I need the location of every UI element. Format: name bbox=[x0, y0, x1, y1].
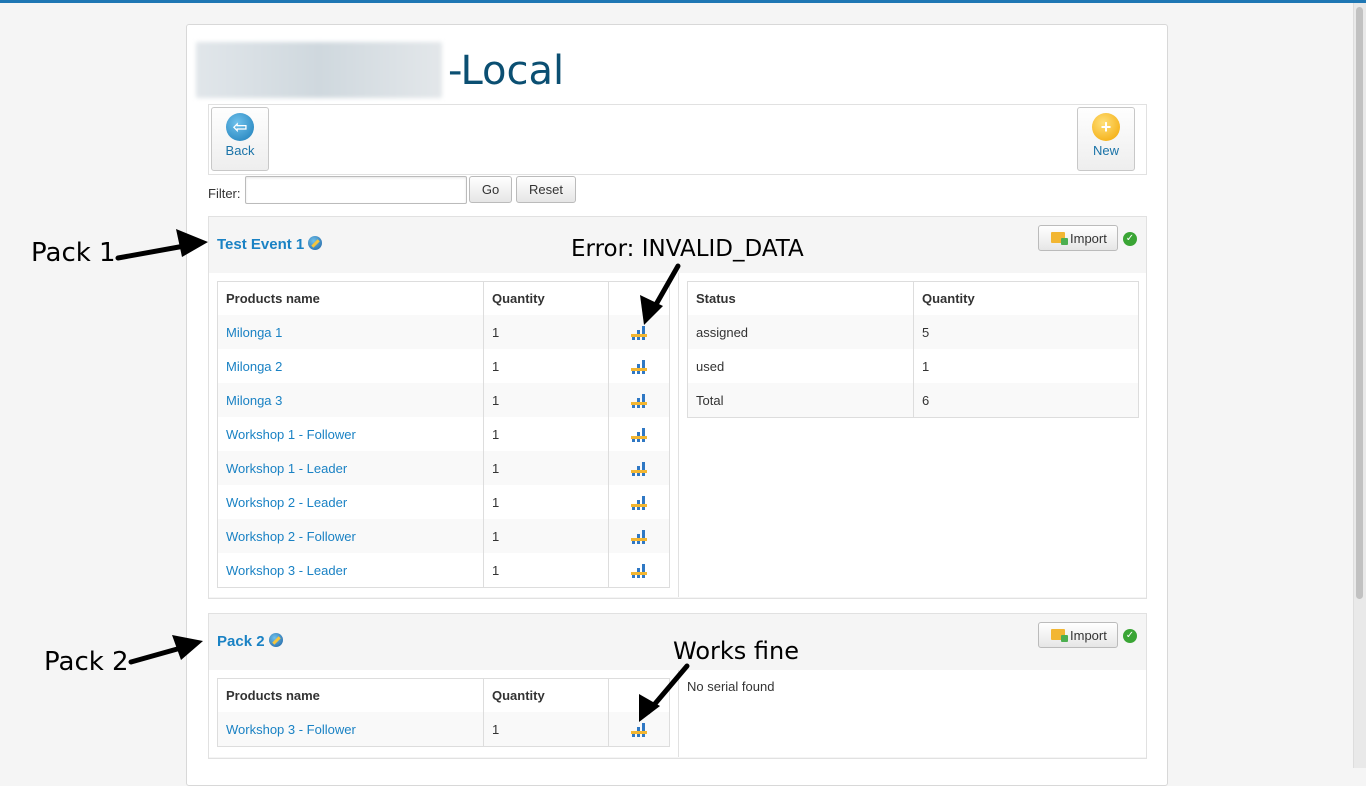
import-folder-icon bbox=[1051, 629, 1068, 642]
product-qty: 1 bbox=[483, 485, 609, 519]
status-qty: 1 bbox=[913, 349, 1139, 383]
pack-panel-1: Test Event 1 Import ✓ Products name Quan… bbox=[208, 216, 1147, 599]
annotation-pack2: Pack 2 bbox=[44, 647, 129, 677]
product-link[interactable]: Workshop 1 - Leader bbox=[226, 461, 347, 476]
stats-chart-icon[interactable] bbox=[631, 461, 647, 476]
import-folder-icon bbox=[1051, 232, 1068, 245]
arrow-pack1-line bbox=[115, 242, 193, 261]
stats-chart-icon[interactable] bbox=[631, 563, 647, 578]
col-header-quantity: Quantity bbox=[483, 678, 609, 712]
product-link[interactable]: Workshop 3 - Follower bbox=[226, 722, 356, 737]
import-button[interactable]: Import bbox=[1038, 622, 1118, 648]
pack-title-link[interactable]: Test Event 1 bbox=[217, 236, 323, 253]
product-qty: 1 bbox=[483, 417, 609, 451]
new-label: New bbox=[1092, 143, 1119, 158]
back-label: Back bbox=[225, 143, 255, 158]
product-qty: 1 bbox=[483, 383, 609, 417]
product-qty: 1 bbox=[483, 315, 609, 349]
no-serial-text: No serial found bbox=[687, 679, 775, 694]
col-header-products: Products name bbox=[226, 688, 320, 703]
product-link[interactable]: Milonga 2 bbox=[226, 359, 282, 374]
reset-button[interactable]: Reset bbox=[516, 176, 576, 203]
check-ok-icon: ✓ bbox=[1123, 232, 1137, 246]
status-name: Total bbox=[687, 383, 914, 418]
table-row: used 1 bbox=[687, 349, 1139, 383]
table-row: Workshop 2 - Leader 1 bbox=[217, 485, 670, 519]
col-header-products: Products name bbox=[226, 291, 320, 306]
col-header-actions bbox=[608, 678, 670, 712]
pack-panel-2: Pack 2 Import ✓ Products name Quantity W… bbox=[208, 613, 1147, 759]
product-link[interactable]: Workshop 2 - Follower bbox=[226, 529, 356, 544]
stats-chart-icon[interactable] bbox=[631, 359, 647, 374]
annotation-pack1: Pack 1 bbox=[31, 238, 116, 268]
product-link[interactable]: Milonga 3 bbox=[226, 393, 282, 408]
product-qty: 1 bbox=[483, 712, 609, 747]
product-link[interactable]: Workshop 1 - Follower bbox=[226, 427, 356, 442]
plus-icon: + bbox=[1092, 113, 1120, 141]
table-row: Workshop 2 - Follower 1 bbox=[217, 519, 670, 553]
annotation-error: Error: INVALID_DATA bbox=[571, 236, 804, 262]
stats-chart-icon[interactable] bbox=[631, 495, 647, 510]
status-name: assigned bbox=[687, 315, 914, 349]
product-link[interactable]: Milonga 1 bbox=[226, 325, 282, 340]
page-scrollbar[interactable] bbox=[1353, 3, 1366, 768]
col-header-quantity: Quantity bbox=[483, 281, 609, 315]
product-qty: 1 bbox=[483, 451, 609, 485]
blurred-title-region bbox=[196, 42, 442, 98]
new-button[interactable]: + New bbox=[1077, 107, 1135, 171]
products-table: Products name Quantity Workshop 3 - Foll… bbox=[217, 678, 670, 747]
stats-chart-icon[interactable] bbox=[631, 393, 647, 408]
pack-title-link[interactable]: Pack 2 bbox=[217, 633, 283, 650]
edit-pencil-icon[interactable] bbox=[308, 236, 323, 250]
stats-chart-icon[interactable] bbox=[631, 722, 647, 737]
check-ok-icon: ✓ bbox=[1123, 629, 1137, 643]
table-row: Milonga 2 1 bbox=[217, 349, 670, 383]
product-qty: 1 bbox=[483, 553, 609, 588]
pack-body: Products name Quantity Workshop 3 - Foll… bbox=[209, 670, 1146, 757]
product-link[interactable]: Workshop 3 - Leader bbox=[226, 563, 347, 578]
col-header-actions bbox=[608, 281, 670, 315]
top-accent-bar bbox=[0, 0, 1366, 3]
product-qty: 1 bbox=[483, 519, 609, 553]
table-row: Milonga 1 1 bbox=[217, 315, 670, 349]
stats-chart-icon[interactable] bbox=[631, 529, 647, 544]
filter-label: Filter: bbox=[208, 186, 241, 201]
product-qty: 1 bbox=[483, 349, 609, 383]
status-qty: 6 bbox=[913, 383, 1139, 418]
product-link[interactable]: Workshop 2 - Leader bbox=[226, 495, 347, 510]
import-button[interactable]: Import bbox=[1038, 225, 1118, 251]
stats-chart-icon[interactable] bbox=[631, 325, 647, 340]
main-container: -Local ⇦ Back + New Filter: Go Reset Tes… bbox=[186, 24, 1168, 786]
table-row: Workshop 1 - Follower 1 bbox=[217, 417, 670, 451]
toolbar: ⇦ Back + New bbox=[208, 104, 1147, 175]
status-name: used bbox=[687, 349, 914, 383]
page-title: -Local bbox=[448, 47, 564, 95]
col-header-quantity: Quantity bbox=[913, 281, 1139, 315]
stats-chart-icon[interactable] bbox=[631, 427, 647, 442]
arrow-pack2-line bbox=[128, 643, 191, 665]
pack-body: Products name Quantity Milonga 1 1 Milong… bbox=[209, 273, 1146, 597]
table-row: Workshop 3 - Follower 1 bbox=[217, 712, 670, 747]
status-qty: 5 bbox=[913, 315, 1139, 349]
table-row: Total 6 bbox=[687, 383, 1139, 418]
products-table: Products name Quantity Milonga 1 1 Milong… bbox=[217, 281, 670, 588]
title-text: Local bbox=[460, 48, 565, 94]
filter-input[interactable] bbox=[245, 176, 467, 204]
scrollbar-thumb[interactable] bbox=[1356, 7, 1363, 599]
table-row: Workshop 3 - Leader 1 bbox=[217, 553, 670, 588]
back-button[interactable]: ⇦ Back bbox=[211, 107, 269, 171]
table-row: assigned 5 bbox=[687, 315, 1139, 349]
status-table: Status Quantity assigned 5 used 1 Total 6 bbox=[687, 281, 1139, 418]
col-header-status: Status bbox=[696, 291, 736, 306]
table-row: Milonga 3 1 bbox=[217, 383, 670, 417]
table-row: Workshop 1 - Leader 1 bbox=[217, 451, 670, 485]
go-button[interactable]: Go bbox=[469, 176, 512, 203]
annotation-works: Works fine bbox=[673, 637, 799, 665]
back-arrow-icon: ⇦ bbox=[226, 113, 254, 141]
edit-pencil-icon[interactable] bbox=[268, 633, 283, 647]
